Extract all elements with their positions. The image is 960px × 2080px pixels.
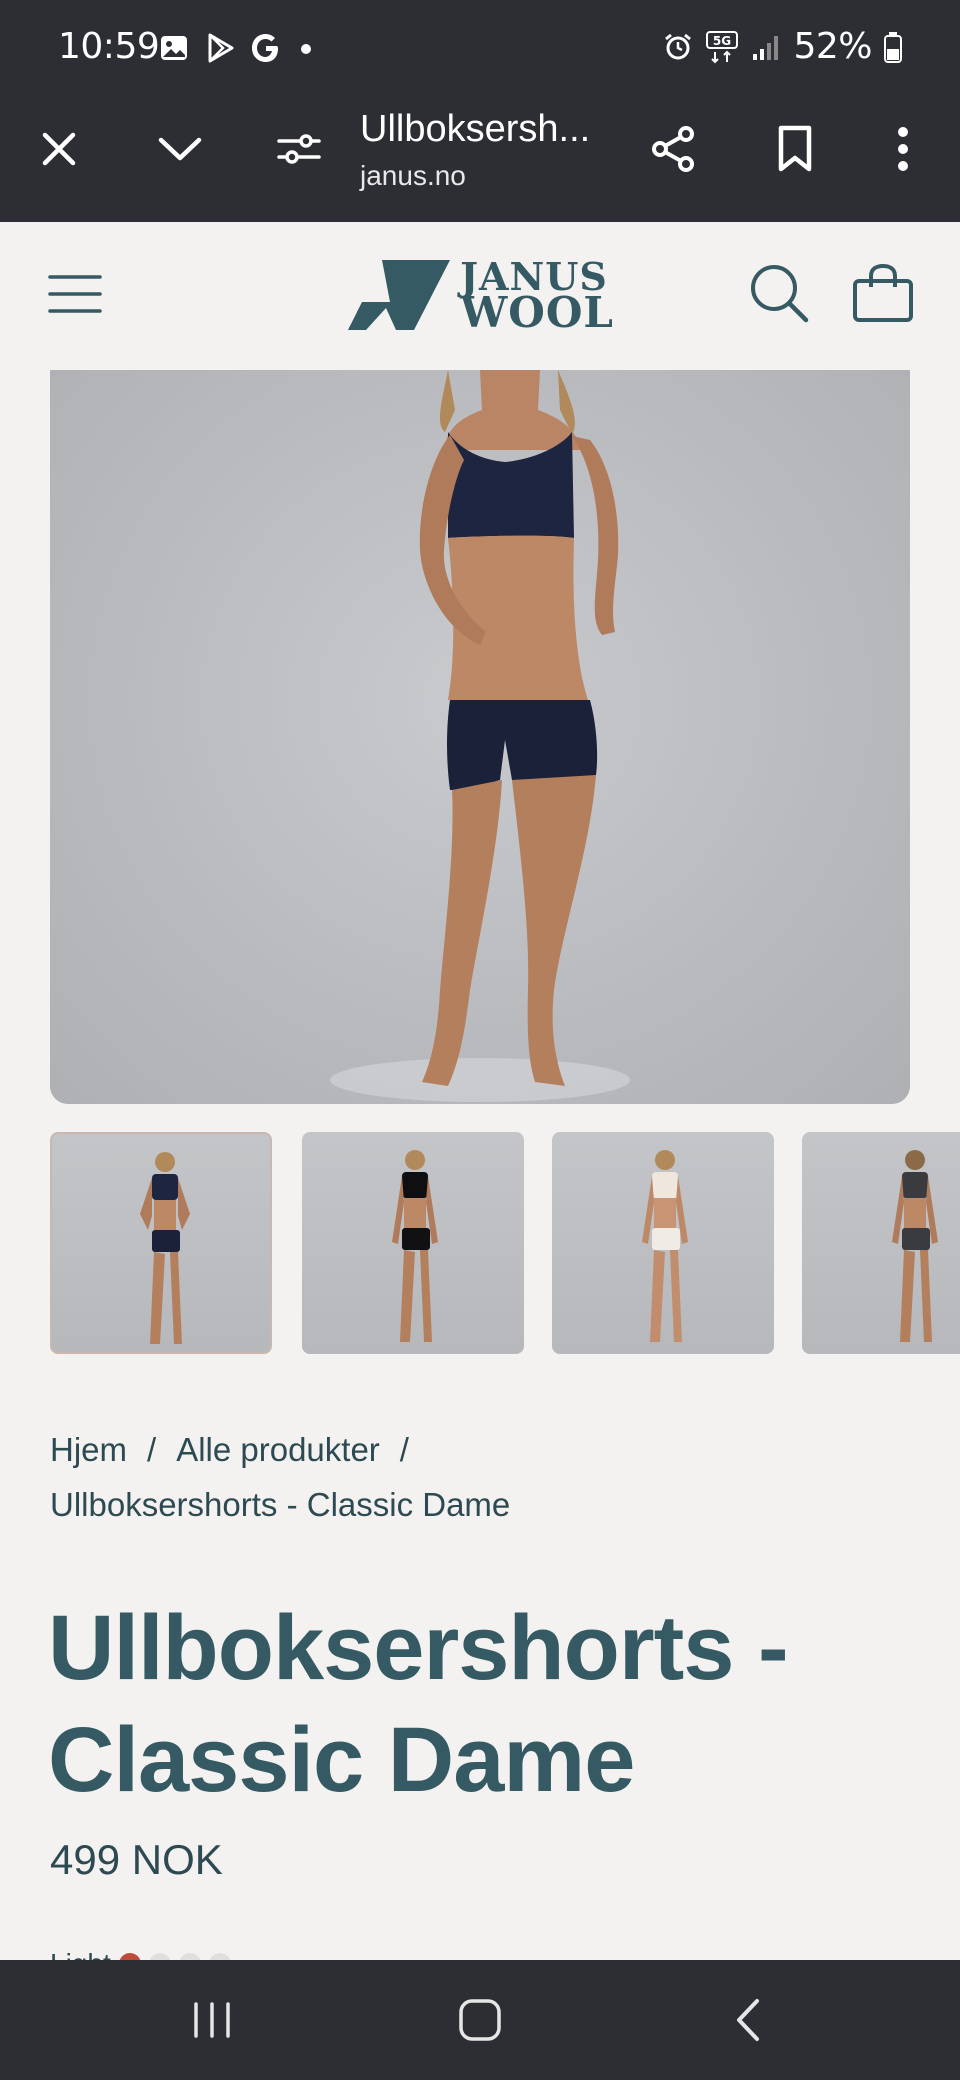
home-button[interactable] bbox=[440, 1990, 520, 2050]
recent-apps-icon bbox=[194, 2002, 230, 2038]
page-title[interactable]: Ullboksersh... bbox=[360, 108, 590, 151]
breadcrumb-current: Ullboksershorts - Classic Dame bbox=[50, 1486, 511, 1523]
thumbnail-gallery bbox=[50, 1132, 960, 1356]
thumbnail-1-photo bbox=[140, 1152, 190, 1344]
breadcrumb-all-products[interactable]: Alle produkter bbox=[176, 1431, 380, 1468]
close-icon bbox=[42, 132, 76, 166]
share-icon bbox=[652, 126, 694, 172]
breadcrumb-home[interactable]: Hjem bbox=[50, 1431, 127, 1468]
battery-icon bbox=[884, 31, 902, 63]
svg-text:5G: 5G bbox=[713, 34, 731, 48]
shopping-bag-icon bbox=[853, 263, 913, 322]
thumbnail-4[interactable] bbox=[802, 1132, 960, 1354]
thumbnail-1[interactable] bbox=[50, 1132, 272, 1354]
status-notification-icons bbox=[158, 32, 316, 64]
page-url[interactable]: janus.no bbox=[360, 160, 466, 192]
logo-wordmark: JANUS WOOL bbox=[460, 258, 614, 337]
product-title: Ullboksershorts - Classic Dame bbox=[48, 1597, 789, 1811]
chevron-down-icon bbox=[158, 137, 202, 161]
alarm-icon bbox=[665, 33, 692, 59]
page-settings-button[interactable] bbox=[264, 114, 334, 184]
product-photo-model bbox=[330, 370, 630, 1102]
more-vertical-icon bbox=[898, 127, 908, 171]
logo-mark-icon bbox=[348, 260, 451, 330]
thumbnail-2[interactable] bbox=[302, 1132, 524, 1354]
play-store-notification-icon bbox=[208, 33, 234, 63]
home-icon bbox=[459, 1999, 501, 2041]
thumbnail-3[interactable] bbox=[552, 1132, 774, 1354]
logo-line-2: WOOL bbox=[460, 288, 614, 337]
cell-signal-icon bbox=[753, 35, 779, 60]
thumbnail-2-photo bbox=[392, 1150, 438, 1342]
gallery-notification-icon bbox=[161, 36, 187, 60]
menu-button[interactable] bbox=[40, 262, 110, 326]
search-icon bbox=[751, 265, 809, 323]
breadcrumb-separator: / bbox=[399, 1431, 409, 1468]
tune-icon bbox=[277, 134, 321, 164]
bookmark-button[interactable] bbox=[760, 114, 830, 184]
5g-signal-icon: 5G bbox=[706, 30, 739, 63]
minimize-tab-button[interactable] bbox=[145, 114, 215, 184]
product-price: 499 NOK bbox=[50, 1836, 223, 1883]
janus-wool-logo[interactable]: JANUS WOOL bbox=[340, 250, 620, 340]
bookmark-icon bbox=[778, 125, 812, 172]
system-navigation-bar bbox=[0, 1960, 960, 2080]
thumbnail-4-photo bbox=[892, 1150, 938, 1342]
dot-notification-icon bbox=[301, 44, 311, 54]
back-icon bbox=[737, 1999, 759, 2041]
google-notification-icon bbox=[252, 34, 278, 62]
more-options-button[interactable] bbox=[868, 114, 938, 184]
main-product-image[interactable] bbox=[50, 370, 910, 1104]
close-tab-button[interactable] bbox=[24, 114, 94, 184]
breadcrumb-separator: / bbox=[147, 1431, 157, 1468]
status-system-icons: 5G 52% bbox=[663, 26, 902, 67]
status-bar: 10:59 5G 52% bbox=[0, 0, 960, 100]
share-button[interactable] bbox=[638, 114, 708, 184]
thumbnail-3-photo bbox=[642, 1150, 688, 1342]
cart-button[interactable] bbox=[848, 258, 918, 328]
status-time: 10:59 bbox=[58, 26, 160, 67]
back-button[interactable] bbox=[708, 1990, 788, 2050]
breadcrumb: Hjem / Alle produkter / Ullboksershorts - C… bbox=[50, 1422, 910, 1532]
search-button[interactable] bbox=[744, 258, 814, 328]
recent-apps-button[interactable] bbox=[172, 1990, 252, 2050]
hamburger-menu-icon bbox=[48, 275, 102, 313]
battery-percentage: 52% bbox=[793, 26, 872, 67]
